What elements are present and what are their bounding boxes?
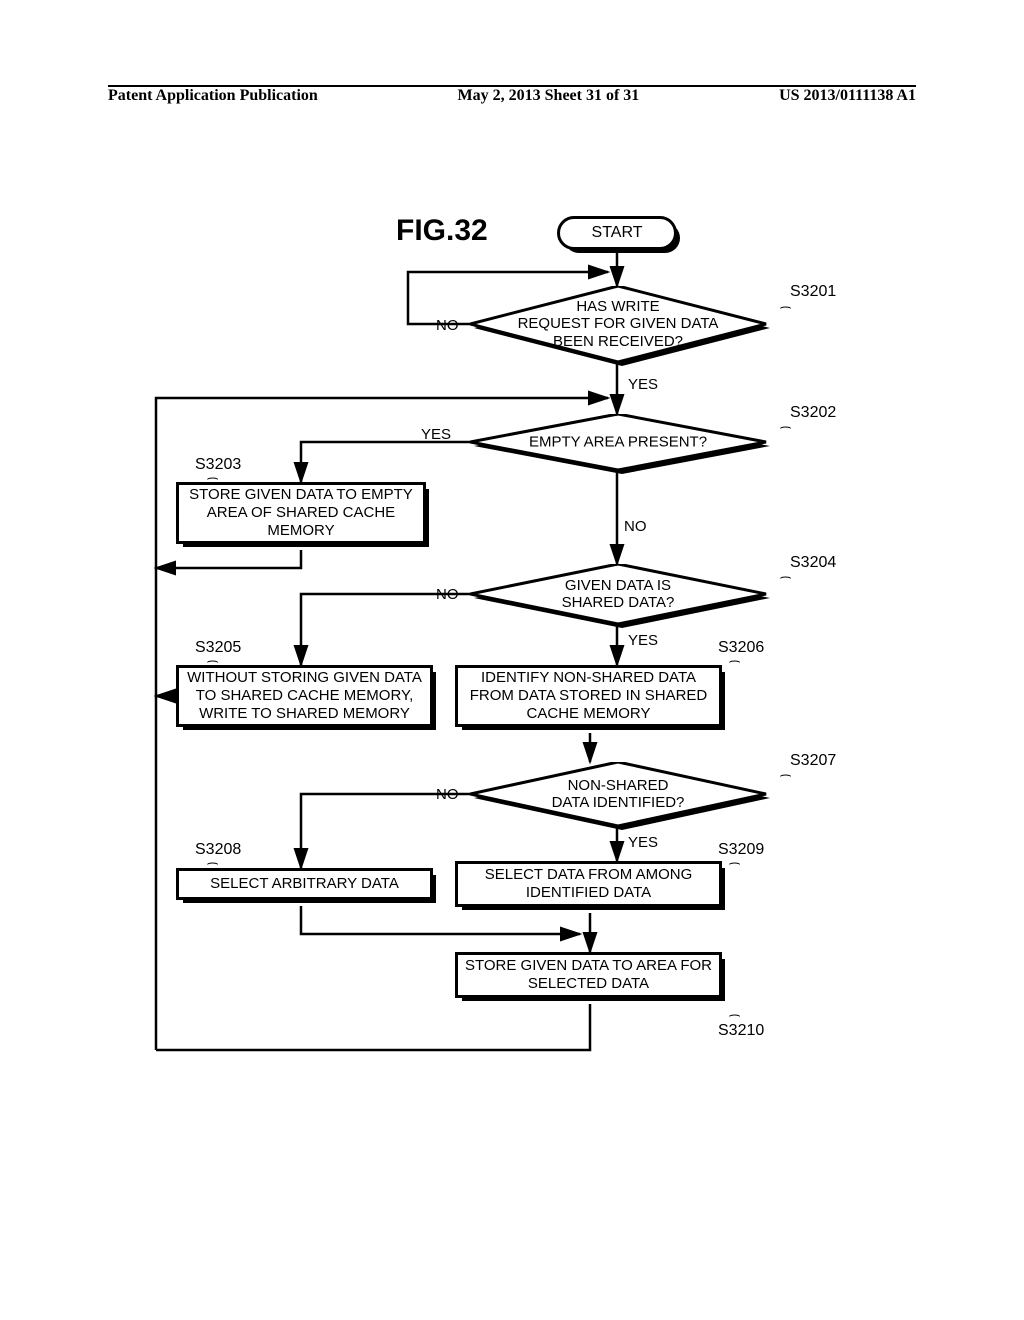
node-s3208-text: SELECT ARBITRARY DATA xyxy=(210,875,399,893)
node-s3205: WITHOUT STORING GIVEN DATA TO SHARED CAC… xyxy=(176,665,433,727)
stepnum-s3202: S3202 xyxy=(790,404,836,422)
label-yes-s3202: YES xyxy=(421,426,451,443)
tick-s3209: ⌢ xyxy=(728,856,741,872)
header-left: Patent Application Publication xyxy=(108,87,318,105)
stepnum-s3204: S3204 xyxy=(790,554,836,572)
stepnum-s3206: S3206 xyxy=(718,639,764,657)
tick-s3204: ⌢ xyxy=(779,570,792,586)
node-s3202: EMPTY AREA PRESENT? xyxy=(470,414,766,470)
node-s3206: IDENTIFY NON-SHARED DATA FROM DATA STORE… xyxy=(455,665,722,727)
node-start-text: START xyxy=(592,224,643,241)
tick-s3202: ⌢ xyxy=(779,420,792,436)
label-yes-s3201: YES xyxy=(628,376,658,393)
label-no-s3204: NO xyxy=(436,586,459,603)
label-yes-s3204: YES xyxy=(628,632,658,649)
node-s3201: HAS WRITE REQUEST FOR GIVEN DATA BEEN RE… xyxy=(470,286,766,362)
node-s3209-text: SELECT DATA FROM AMONG IDENTIFIED DATA xyxy=(485,866,693,902)
tick-s3208: ⌢ xyxy=(206,856,219,872)
tick-s3206: ⌢ xyxy=(728,654,741,670)
node-s3207: NON-SHARED DATA IDENTIFIED? xyxy=(470,762,766,826)
label-yes-s3207: YES xyxy=(628,834,658,851)
node-s3205-text: WITHOUT STORING GIVEN DATA TO SHARED CAC… xyxy=(187,669,422,723)
tick-s3203: ⌢ xyxy=(206,471,219,487)
tick-s3205: ⌢ xyxy=(206,654,219,670)
tick-s3210: ⌢ xyxy=(728,1008,741,1024)
node-s3204-text: GIVEN DATA IS SHARED DATA? xyxy=(470,577,766,612)
node-s3210: STORE GIVEN DATA TO AREA FOR SELECTED DA… xyxy=(455,952,722,998)
node-s3201-text: HAS WRITE REQUEST FOR GIVEN DATA BEEN RE… xyxy=(470,298,766,350)
stepnum-s3210: S3210 xyxy=(718,1022,764,1040)
node-s3203-text: STORE GIVEN DATA TO EMPTY AREA OF SHARED… xyxy=(189,486,413,540)
header-right: US 2013/0111138 A1 xyxy=(779,87,916,105)
node-start: START xyxy=(557,216,677,250)
node-s3207-text: NON-SHARED DATA IDENTIFIED? xyxy=(470,777,766,812)
flowchart: FIG.32 START HAS WRITE REQUEST FOR GIVEN… xyxy=(110,200,914,1120)
stepnum-s3201: S3201 xyxy=(790,283,836,301)
stepnum-s3209: S3209 xyxy=(718,841,764,859)
node-s3203: STORE GIVEN DATA TO EMPTY AREA OF SHARED… xyxy=(176,482,426,544)
label-no-s3201: NO xyxy=(436,317,459,334)
node-s3206-text: IDENTIFY NON-SHARED DATA FROM DATA STORE… xyxy=(470,669,708,723)
node-s3209: SELECT DATA FROM AMONG IDENTIFIED DATA xyxy=(455,861,722,907)
stepnum-s3207: S3207 xyxy=(790,752,836,770)
node-s3204: GIVEN DATA IS SHARED DATA? xyxy=(470,564,766,624)
tick-s3207: ⌢ xyxy=(779,768,792,784)
node-s3202-text: EMPTY AREA PRESENT? xyxy=(470,433,766,450)
label-no-s3202: NO xyxy=(624,518,647,535)
header-center: May 2, 2013 Sheet 31 of 31 xyxy=(458,87,640,105)
node-s3210-text: STORE GIVEN DATA TO AREA FOR SELECTED DA… xyxy=(465,957,712,993)
tick-s3201: ⌢ xyxy=(779,300,792,316)
figure-label: FIG.32 xyxy=(396,214,488,248)
label-no-s3207: NO xyxy=(436,786,459,803)
node-s3208: SELECT ARBITRARY DATA xyxy=(176,868,433,900)
page-header: Patent Application Publication May 2, 20… xyxy=(108,85,916,111)
